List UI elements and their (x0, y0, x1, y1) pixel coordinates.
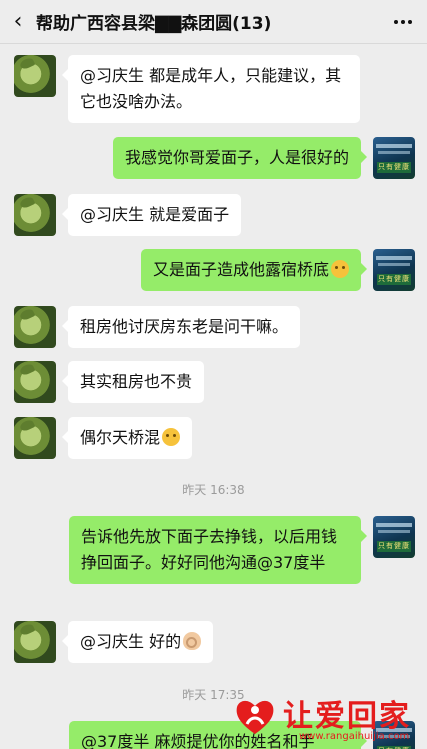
message-bubble[interactable]: 又是面子造成他露宿桥底 (140, 249, 368, 291)
message-bubble[interactable]: 其实租房也不贵 (61, 361, 205, 403)
timestamp: 昨天 16:38 (182, 483, 245, 497)
avatar[interactable]: 只有健康 (373, 516, 415, 558)
back-button[interactable]: ‹ (0, 0, 36, 44)
watermark-logo: 让爱回家 www.rangaihuijia.com (233, 690, 427, 749)
message-bubble[interactable]: @习庆生 就是爱面子 (61, 194, 242, 236)
avatar[interactable] (14, 621, 56, 663)
heart-logo-icon (236, 700, 274, 734)
message-row: @习庆生 就是爱面子 (14, 194, 242, 236)
message-bubble[interactable]: 租房他讨厌房东老是问干嘛。 (61, 306, 301, 348)
avatar[interactable] (14, 194, 56, 236)
message-row: @习庆生 都是成年人，只能建议，其它也没啥办法。 (14, 55, 360, 123)
ok-hand-icon (183, 632, 202, 650)
message-row: 只有健康 告诉他先放下面子去挣钱，以后用钱挣回面子。好好同他沟通@37度半 (69, 516, 415, 584)
watermark-url: www.rangaihuijia.com (299, 731, 410, 742)
watermark-text: 让爱回家 (283, 699, 411, 734)
avatar[interactable]: 只有健康 (373, 249, 415, 291)
message-row: 只有健康 我感觉你哥爱面子，人是很好的 (112, 137, 415, 179)
thinking-face-icon (331, 260, 349, 278)
avatar[interactable] (14, 361, 56, 403)
more-dots-icon (394, 20, 398, 24)
chat-header: ‹ 帮助广西容县梁▇▇森团圆(13) (0, 0, 427, 44)
message-bubble[interactable]: 我感觉你哥爱面子，人是很好的 (112, 137, 368, 179)
avatar[interactable] (14, 306, 56, 348)
thinking-face-icon (162, 428, 181, 446)
message-row: 只有健康 又是面子造成他露宿桥底 (140, 249, 415, 291)
message-row: 租房他讨厌房东老是问干嘛。 (14, 306, 301, 348)
chevron-left-icon: ‹ (13, 9, 23, 34)
avatar[interactable]: 只有健康 (373, 137, 415, 179)
avatar[interactable] (14, 55, 56, 97)
message-row: 偶尔天桥混 (14, 417, 193, 459)
message-row: 其实租房也不贵 (14, 361, 205, 403)
message-row: @习庆生 好的 (14, 621, 214, 663)
message-bubble[interactable]: @习庆生 好的 (61, 621, 214, 663)
more-button[interactable] (389, 8, 417, 36)
message-bubble[interactable]: @习庆生 都是成年人，只能建议，其它也没啥办法。 (62, 55, 360, 123)
message-bubble[interactable]: 告诉他先放下面子去挣钱，以后用钱挣回面子。好好同他沟通@37度半 (69, 516, 367, 584)
message-list[interactable]: @习庆生 都是成年人，只能建议，其它也没啥办法。 只有健康 我感觉你哥爱面子，人… (0, 44, 427, 749)
message-bubble[interactable]: 偶尔天桥混 (61, 417, 193, 459)
avatar[interactable] (14, 417, 56, 459)
chat-title: 帮助广西容县梁▇▇森团圆(13) (36, 14, 272, 34)
